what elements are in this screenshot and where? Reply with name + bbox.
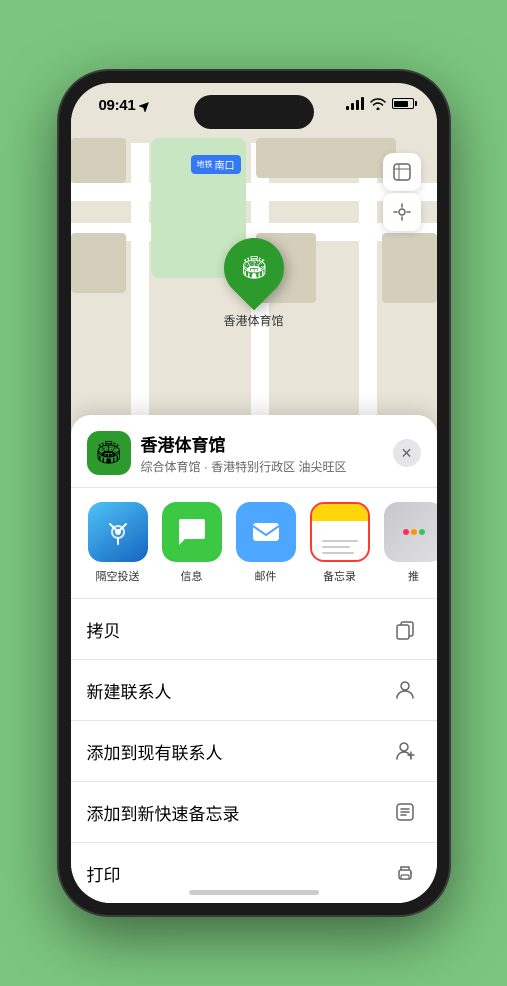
bottom-sheet: 🏟 香港体育馆 综合体育馆 · 香港特别行政区 油尖旺区 ✕ xyxy=(71,415,437,903)
more-icon xyxy=(384,502,437,562)
action-copy[interactable]: 拷贝 xyxy=(71,599,437,660)
notes-icon xyxy=(312,504,368,560)
share-item-notes[interactable]: 备忘录 xyxy=(309,502,371,584)
stadium-icon: 🏟 xyxy=(240,255,268,281)
sheet-header: 🏟 香港体育馆 综合体育馆 · 香港特别行政区 油尖旺区 ✕ xyxy=(71,431,437,488)
notes-icon-wrap xyxy=(310,502,370,562)
status-time: 09:41 xyxy=(99,97,136,114)
map-label-tag: 地铁 南口 xyxy=(191,155,241,174)
map-controls xyxy=(383,153,421,231)
quick-notes-icon xyxy=(389,796,421,828)
mail-label: 邮件 xyxy=(255,568,277,584)
notes-lines xyxy=(322,540,358,554)
venue-info: 香港体育馆 综合体育馆 · 香港特别行政区 油尖旺区 xyxy=(141,431,393,475)
phone-screen: 09:41 xyxy=(71,83,437,903)
location-icon xyxy=(392,202,412,222)
person-plus-icon xyxy=(389,735,421,767)
pin-label: 香港体育馆 xyxy=(223,312,283,329)
location-button[interactable] xyxy=(383,193,421,231)
share-item-messages[interactable]: 信息 xyxy=(161,502,223,584)
venue-subtitle: 综合体育馆 · 香港特别行政区 油尖旺区 xyxy=(141,458,393,475)
home-indicator xyxy=(189,890,319,895)
phone-frame: 09:41 xyxy=(59,71,449,915)
map-icon xyxy=(392,162,412,182)
print-label: 打印 xyxy=(87,861,121,886)
copy-icon xyxy=(389,613,421,645)
person-icon xyxy=(389,674,421,706)
map-type-button[interactable] xyxy=(383,153,421,191)
location-arrow-icon xyxy=(139,100,151,112)
new-contact-label: 新建联系人 xyxy=(87,678,172,703)
battery-icon xyxy=(392,98,417,109)
more-label: 推 xyxy=(408,568,419,584)
action-list: 拷贝 新建联系人 xyxy=(71,599,437,903)
messages-label: 信息 xyxy=(181,568,203,584)
add-existing-label: 添加到现有联系人 xyxy=(87,739,223,764)
airdrop-label: 隔空投送 xyxy=(96,568,140,584)
printer-icon xyxy=(389,857,421,889)
location-pin: 🏟 香港体育馆 xyxy=(223,238,283,329)
mail-icon xyxy=(236,502,296,562)
wifi-icon xyxy=(370,98,386,110)
close-button[interactable]: ✕ xyxy=(393,439,421,467)
status-icons xyxy=(346,97,417,110)
messages-icon xyxy=(162,502,222,562)
share-item-more[interactable]: 推 xyxy=(383,502,437,584)
pin-circle: 🏟 xyxy=(211,226,296,311)
notes-label: 备忘录 xyxy=(323,568,356,584)
notes-line-3 xyxy=(322,552,354,554)
share-row: 隔空投送 信息 xyxy=(71,488,437,599)
share-item-mail[interactable]: 邮件 xyxy=(235,502,297,584)
venue-name: 香港体育馆 xyxy=(141,431,393,456)
venue-emoji-icon: 🏟 xyxy=(95,440,123,466)
notes-line-2 xyxy=(322,546,351,548)
copy-label: 拷贝 xyxy=(87,617,121,642)
dynamic-island xyxy=(194,95,314,129)
map-label-text: 南口 xyxy=(215,157,235,172)
airdrop-icon xyxy=(88,502,148,562)
share-item-airdrop[interactable]: 隔空投送 xyxy=(87,502,149,584)
action-new-contact[interactable]: 新建联系人 xyxy=(71,660,437,721)
notes-line-1 xyxy=(322,540,358,542)
signal-bars-icon xyxy=(346,97,364,110)
action-add-existing[interactable]: 添加到现有联系人 xyxy=(71,721,437,782)
add-notes-label: 添加到新快速备忘录 xyxy=(87,800,240,825)
action-add-notes[interactable]: 添加到新快速备忘录 xyxy=(71,782,437,843)
venue-icon: 🏟 xyxy=(87,431,131,475)
